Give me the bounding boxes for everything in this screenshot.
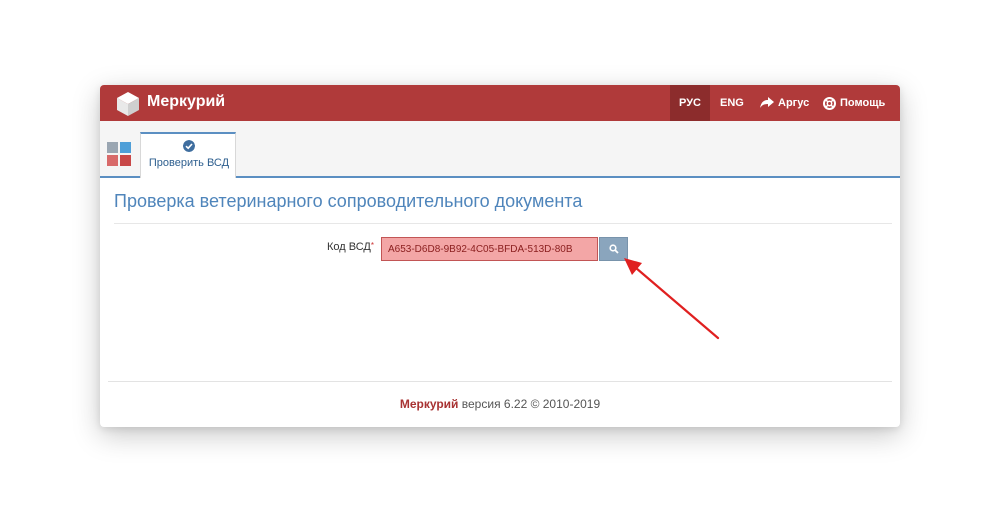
check-circle-icon (183, 140, 195, 152)
apps-grid-icon[interactable] (107, 142, 131, 166)
help-link[interactable]: Помощь (823, 85, 885, 121)
tab-bar: Проверить ВСД (100, 121, 900, 178)
share-arrow-icon (760, 97, 774, 108)
lifebuoy-icon (823, 96, 836, 110)
footer-version: версия 6.22 © 2010-2019 (458, 397, 601, 411)
app-title[interactable]: Меркурий (147, 93, 225, 111)
page-title: Проверка ветеринарного сопроводительного… (114, 191, 583, 211)
tab-check-vsd[interactable]: Проверить ВСД (140, 132, 236, 178)
footer-brand: Меркурий (399, 397, 459, 411)
argus-label: Аргус (778, 97, 810, 109)
vsd-code-input[interactable] (381, 237, 598, 261)
app-window: Меркурий РУС ENG Аргус Помощь Проверить … (100, 85, 900, 427)
divider (114, 223, 892, 224)
required-mark: * (370, 241, 375, 250)
lang-rus-button[interactable]: РУС (670, 85, 710, 121)
lang-eng-button[interactable]: ENG (720, 85, 744, 121)
footer-divider (108, 381, 892, 382)
search-button[interactable] (599, 237, 628, 261)
search-icon (608, 244, 619, 254)
argus-link[interactable]: Аргус (760, 85, 809, 121)
vsd-code-label-text: Код ВСД (327, 241, 371, 253)
top-navbar: Меркурий РУС ENG Аргус Помощь (100, 85, 900, 121)
help-label: Помощь (840, 97, 886, 109)
cube-logo-icon (117, 92, 139, 116)
footer: Меркурий версия 6.22 © 2010-2019 (100, 397, 900, 411)
vsd-code-label: Код ВСД* (327, 241, 374, 253)
tab-label: Проверить ВСД (148, 157, 230, 169)
